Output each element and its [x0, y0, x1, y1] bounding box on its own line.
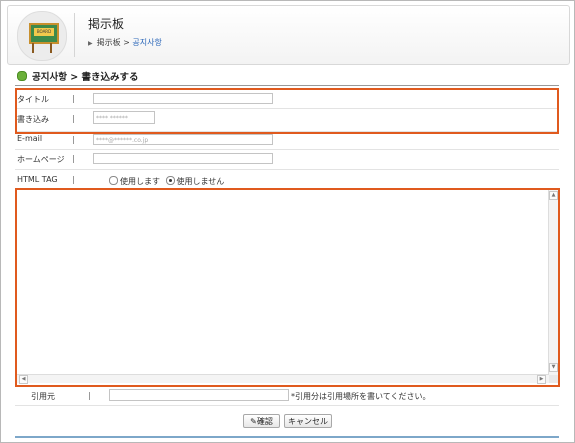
- source-input[interactable]: [109, 389, 289, 401]
- page-title: 掲示板: [88, 17, 125, 31]
- page-header: BOARD 掲示板 ▶ 掲示板 > 공지사항: [7, 5, 570, 65]
- label-divider: [89, 392, 90, 400]
- email-label: E-mail: [17, 134, 43, 143]
- radio-not-use[interactable]: [165, 176, 175, 185]
- header-divider: [74, 13, 75, 57]
- pencil-icon: ✎: [250, 417, 257, 426]
- homepage-label: ホームページ: [17, 155, 65, 164]
- html-tag-options: 使用します 使用しません: [109, 176, 224, 187]
- window-frame: BOARD 掲示板 ▶ 掲示板 > 공지사항 공지사항 > 書き込みする タイトル…: [0, 0, 575, 443]
- confirm-button-label: 確認: [256, 417, 273, 426]
- homepage-input[interactable]: [93, 153, 273, 164]
- radio-use-label[interactable]: 使用します: [120, 177, 160, 186]
- label-divider: [73, 155, 74, 163]
- form-top-border: [15, 85, 559, 86]
- form-bottom-border: [15, 436, 559, 438]
- section-title: 공지사항 > 書き込みする: [32, 72, 139, 83]
- breadcrumb-current[interactable]: 공지사항: [132, 38, 161, 47]
- radio-use[interactable]: [109, 176, 118, 185]
- breadcrumb-root[interactable]: 掲示板: [97, 38, 121, 47]
- highlight-content: [15, 188, 560, 387]
- section-heading: 공지사항 > 書き込みする: [17, 69, 139, 83]
- cancel-button[interactable]: キャンセル: [284, 414, 332, 428]
- source-note: *引用分は引用場所を書いてください。: [291, 392, 431, 401]
- source-label: 引用元: [31, 392, 55, 401]
- email-input[interactable]: ****@******.co.jp: [93, 134, 273, 145]
- breadcrumb: ▶ 掲示板 > 공지사항: [88, 37, 162, 48]
- html-tag-row: [15, 170, 559, 188]
- breadcrumb-separator: >: [123, 38, 130, 47]
- breadcrumb-arrow-icon: ▶: [88, 40, 93, 47]
- html-tag-label: HTML TAG: [17, 175, 58, 184]
- radio-not-use-label[interactable]: 使用しません: [177, 177, 225, 186]
- circle-bullet-icon: [17, 71, 27, 81]
- highlight-title-author: [15, 88, 559, 134]
- confirm-button[interactable]: ✎確認: [243, 414, 280, 428]
- label-divider: [73, 136, 74, 144]
- label-divider: [73, 176, 74, 184]
- chalkboard-icon: BOARD: [17, 11, 67, 61]
